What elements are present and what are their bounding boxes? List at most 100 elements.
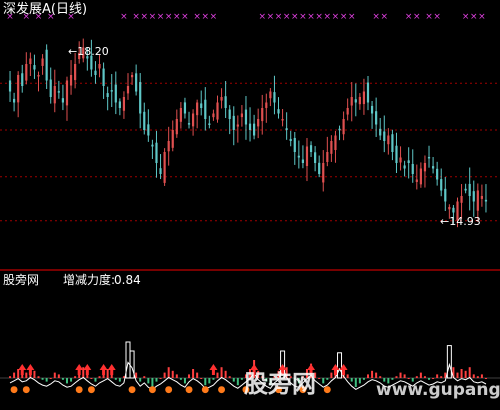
candle-body xyxy=(118,101,121,108)
indicator-bar xyxy=(403,374,406,378)
indicator-bar xyxy=(476,376,479,378)
indicator-bar xyxy=(188,374,191,378)
indicator-bar xyxy=(236,378,239,386)
candle-body xyxy=(53,86,56,104)
candle-body xyxy=(452,207,455,213)
indicator-bar xyxy=(25,372,28,378)
candle-body xyxy=(191,113,195,127)
indicator-bar xyxy=(147,378,150,384)
candle-body xyxy=(297,155,300,158)
signal-label: ● xyxy=(22,385,30,395)
candle-body xyxy=(407,160,410,163)
signal-marker: × xyxy=(478,12,486,22)
candle-body xyxy=(309,145,313,152)
indicator-bar xyxy=(436,374,439,378)
watermark-text: 股旁网 xyxy=(244,370,316,398)
candle-body xyxy=(57,91,60,93)
indicator-bar xyxy=(41,378,44,380)
candle-body xyxy=(61,98,65,103)
indicator-bar xyxy=(220,367,223,378)
signal-marker: × xyxy=(267,12,275,22)
candle-body xyxy=(65,80,69,106)
candle-body xyxy=(366,82,370,103)
candle-body xyxy=(8,80,12,92)
candle-body xyxy=(240,113,243,118)
indicator-bar xyxy=(57,374,60,378)
indicator-bar xyxy=(216,372,219,378)
candle-body xyxy=(257,119,260,127)
candle-body xyxy=(21,73,24,86)
indicator-bar xyxy=(346,374,349,378)
candle-body xyxy=(236,124,239,127)
candle-body xyxy=(196,102,199,116)
signal-marker: × xyxy=(470,12,478,22)
candle-body xyxy=(415,179,418,182)
candle-body xyxy=(147,124,150,136)
signal-label: ● xyxy=(165,385,173,395)
candle-body xyxy=(17,75,20,103)
indicator-bar xyxy=(98,376,101,378)
indicator-bar xyxy=(228,376,231,378)
candle-body xyxy=(183,102,187,114)
buy-arrow xyxy=(209,364,218,375)
indicator-bar xyxy=(175,374,178,378)
indicator-bar xyxy=(82,367,85,378)
indicator-bar xyxy=(212,378,215,380)
candle-body xyxy=(155,142,158,163)
candle-body xyxy=(208,123,211,125)
indicator-bar xyxy=(183,378,186,384)
indicator-bar xyxy=(399,372,402,378)
signal-label: ● xyxy=(218,385,226,395)
candle-body xyxy=(358,97,361,105)
candle-body xyxy=(126,86,130,94)
candle-body xyxy=(285,128,288,130)
candle-body xyxy=(49,79,52,97)
buy-arrow xyxy=(107,364,116,375)
candle-body xyxy=(440,179,443,191)
candle-body xyxy=(232,115,235,130)
signal-marker: × xyxy=(275,12,283,22)
candle-body xyxy=(318,162,321,174)
indicator-bar xyxy=(49,378,52,379)
candle-body xyxy=(45,49,48,81)
indicator-bar xyxy=(464,370,467,378)
indicator-bar xyxy=(468,367,471,378)
candle-body xyxy=(375,111,378,125)
indicator-bar xyxy=(163,372,166,378)
indicator-bar xyxy=(322,378,325,384)
signal-marker: × xyxy=(132,12,140,22)
signal-marker: × xyxy=(315,12,323,22)
candle-body xyxy=(106,93,109,97)
signal-label: ● xyxy=(201,385,209,395)
indicator-bar xyxy=(326,378,329,380)
candle-body xyxy=(114,84,117,103)
candle-body xyxy=(269,91,272,99)
signal-marker: × xyxy=(165,12,173,22)
indicator-bar xyxy=(375,372,378,378)
candle-body xyxy=(135,73,138,92)
candle-body xyxy=(301,159,305,163)
candle-body xyxy=(322,163,325,183)
candle-body xyxy=(41,58,44,66)
chart-title: 深发展A(日线) xyxy=(3,2,88,17)
indicator-bar xyxy=(159,378,162,379)
candle-body xyxy=(212,113,215,118)
candle-body xyxy=(163,152,166,183)
candle-body xyxy=(444,188,447,202)
indicator-bar xyxy=(143,376,146,378)
indicator-bar xyxy=(330,372,333,378)
indicator-bar xyxy=(432,378,435,379)
candle-body xyxy=(326,152,329,162)
signal-marker: × xyxy=(348,12,356,22)
candle-body xyxy=(281,119,284,121)
candle-body xyxy=(98,64,101,69)
indicator-bar xyxy=(232,378,235,382)
signal-label: ● xyxy=(185,385,193,395)
indicator-bar xyxy=(350,378,353,382)
indicator-bar xyxy=(460,369,463,378)
candle-body xyxy=(346,108,349,115)
candle-body xyxy=(122,97,126,111)
signal-marker: × xyxy=(413,12,421,22)
candle-body xyxy=(436,168,439,180)
candle-body xyxy=(143,111,146,130)
